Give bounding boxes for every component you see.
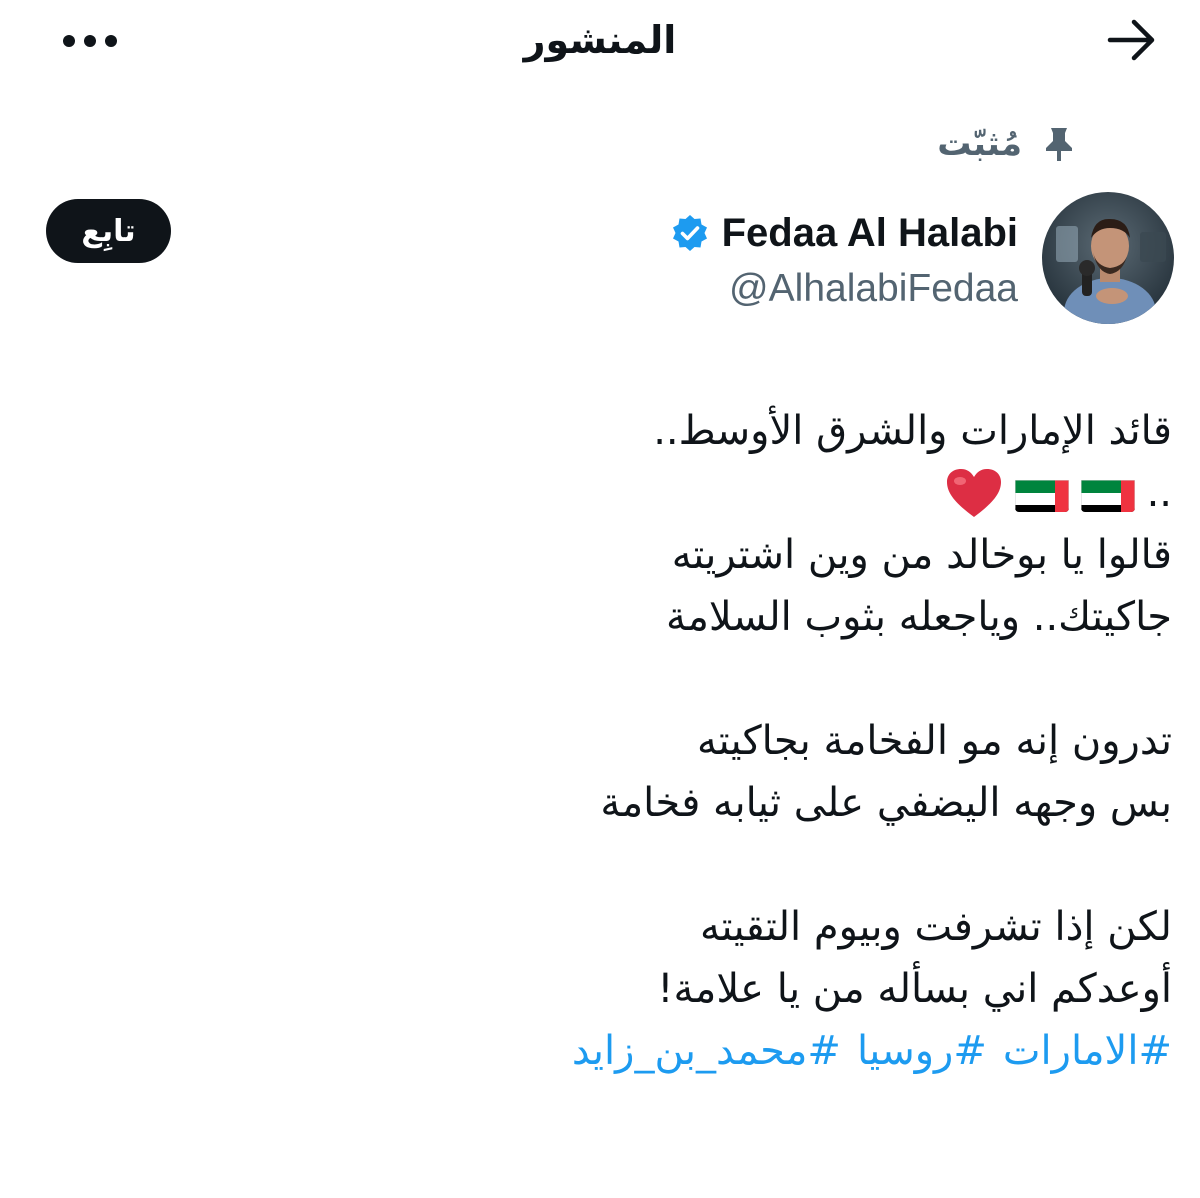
- uae-flag-icon: [1014, 474, 1069, 512]
- pinned-label: مُثبّت: [937, 124, 1022, 164]
- post-line: قالوا يا بوخالد من وين اشتريته: [671, 532, 1172, 578]
- post-line-blank: [32, 834, 1172, 896]
- red-heart-icon: [945, 467, 1003, 519]
- post-line: تدرون إنه مو الفخامة بجاكيته: [697, 718, 1172, 764]
- avatar[interactable]: [1042, 192, 1174, 324]
- post-text: قائد الإمارات والشرق الأوسط.. .. قالوا ي…: [32, 400, 1172, 1082]
- author-name-row: Fedaa Al Halabi: [670, 204, 1018, 262]
- back-button[interactable]: [1100, 14, 1164, 70]
- post-line: لكن إذا تشرفت وبيوم التقيته: [699, 904, 1172, 950]
- verified-badge-icon[interactable]: [670, 213, 710, 253]
- author-name[interactable]: Fedaa Al Halabi: [722, 204, 1018, 262]
- arrow-right-icon: [1106, 18, 1158, 66]
- post-line: ..: [1146, 470, 1172, 516]
- author-handle[interactable]: @AlhalabiFedaa: [729, 262, 1018, 316]
- post-line: بس وجهه اليضفي على ثيابه فخامة: [600, 780, 1172, 826]
- hashtag-link[interactable]: #روسيا: [857, 1020, 987, 1082]
- hashtag-link[interactable]: #الامارات: [1003, 1020, 1172, 1082]
- post-line: قائد الإمارات والشرق الأوسط..: [653, 408, 1172, 454]
- pin-icon: [1042, 125, 1076, 163]
- top-bar: المنشور: [0, 0, 1200, 92]
- post-line: جاكيتك.. وياجعله بثوب السلامة: [666, 594, 1172, 640]
- post-line-blank: [32, 648, 1172, 710]
- post-line: أوعدكم اني بسأله من يا علامة!: [657, 966, 1172, 1012]
- hashtag-link[interactable]: #محمد_بن_زايد: [572, 1020, 841, 1082]
- pinned-indicator: مُثبّت: [937, 118, 1076, 170]
- uae-flag-icon: [1080, 474, 1135, 512]
- emoji-line: ..: [32, 462, 1172, 524]
- page-title: المنشور: [523, 18, 677, 62]
- hashtag-row: #الامارات #روسيا #محمد_بن_زايد: [32, 1020, 1172, 1082]
- follow-button[interactable]: تابِع: [46, 199, 171, 263]
